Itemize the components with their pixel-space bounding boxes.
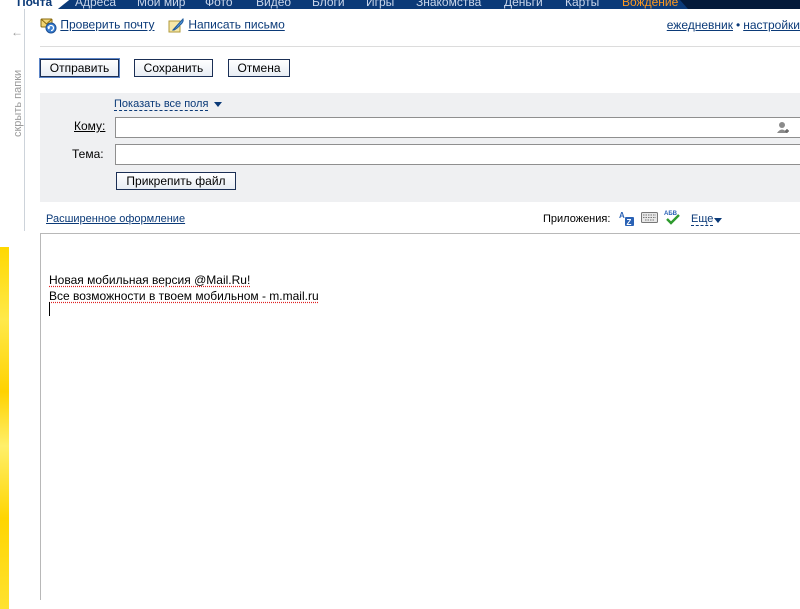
refresh-mail-icon [40,17,57,34]
message-body: Новая мобильная версия @Mail.Ru! Все воз… [49,272,319,304]
write-mail-link[interactable]: Написать письмо [188,18,284,32]
nav-dark-end [680,0,800,9]
link-separator: • [736,18,740,32]
arrow-left-icon: ← [11,26,23,38]
write-mail-link-group[interactable]: Написать письмо [168,17,285,34]
message-editor[interactable]: Новая мобильная версия @Mail.Ru! Все воз… [40,233,800,600]
send-button[interactable]: Отправить [40,59,119,77]
to-field[interactable] [115,117,800,138]
message-line: Новая мобильная версия @Mail.Ru! [49,272,319,288]
svg-text:Z: Z [627,218,632,227]
yellow-banner-strip [0,247,9,609]
to-label[interactable]: Кому: [74,119,105,133]
chevron-down-icon[interactable] [714,218,722,223]
svg-text:АБВ: АБВ [664,211,678,217]
tab-contacts[interactable]: Адреса [75,0,116,9]
keyboard-icon[interactable] [641,211,658,224]
tab-games[interactable]: Игры [366,0,394,9]
text-caret [49,302,50,316]
utility-links: ежедневник • настройки [667,18,800,32]
subject-field[interactable] [115,144,800,165]
compose-header-fields: Показать все поля Кому: Тема: Прикрепить… [40,93,800,202]
check-mail-link-group[interactable]: Проверить почту [40,17,154,34]
diary-link[interactable]: ежедневник [667,18,733,32]
hide-folders-toggle[interactable]: ← скрыть папки [9,20,23,230]
editor-toolbar: Расширенное оформление Приложения: A Z А… [40,205,800,233]
settings-link[interactable]: настройки [743,18,800,32]
apps-label: Приложения: [543,213,610,225]
subject-label: Тема: [72,147,104,161]
sidebar-divider [24,9,25,231]
more-apps-link[interactable]: Еще [691,213,713,226]
tab-maps[interactable]: Карты [565,0,599,9]
rich-format-link[interactable]: Расширенное оформление [46,213,185,225]
tab-money[interactable]: Деньги [504,0,543,9]
tab-video[interactable]: Видео [256,0,291,9]
tab-dating[interactable]: Знакомства [416,0,481,9]
chevron-down-icon[interactable] [214,102,222,107]
tab-my-world[interactable]: Мой мир [137,0,185,9]
show-all-fields-link[interactable]: Показать все поля [114,98,208,111]
left-strip [0,9,9,600]
save-button[interactable]: Сохранить [134,59,213,77]
left-strip-top [0,9,9,239]
top-navigation: Почта Адреса Мой мир Фото Видео Блоги Иг… [0,0,800,9]
translate-icon[interactable]: A Z [619,210,635,227]
spellcheck-icon[interactable]: АБВ [663,209,681,225]
message-line: Все возможности в твоем мобильном - m.ma… [49,288,319,304]
tab-driving[interactable]: Вождение [622,0,678,9]
feather-pen-icon [168,17,185,34]
tab-photo[interactable]: Фото [205,0,233,9]
toolbar-divider [40,46,800,47]
check-mail-link[interactable]: Проверить почту [60,18,154,32]
tab-blogs[interactable]: Блоги [312,0,345,9]
tab-mail[interactable]: Почта [0,0,74,9]
cancel-button[interactable]: Отмена [228,59,290,77]
svg-text:A: A [619,211,625,220]
hide-folders-label: скрыть папки [12,47,24,137]
address-book-icon[interactable] [776,121,790,135]
attach-file-button[interactable]: Прикрепить файл [116,172,236,190]
